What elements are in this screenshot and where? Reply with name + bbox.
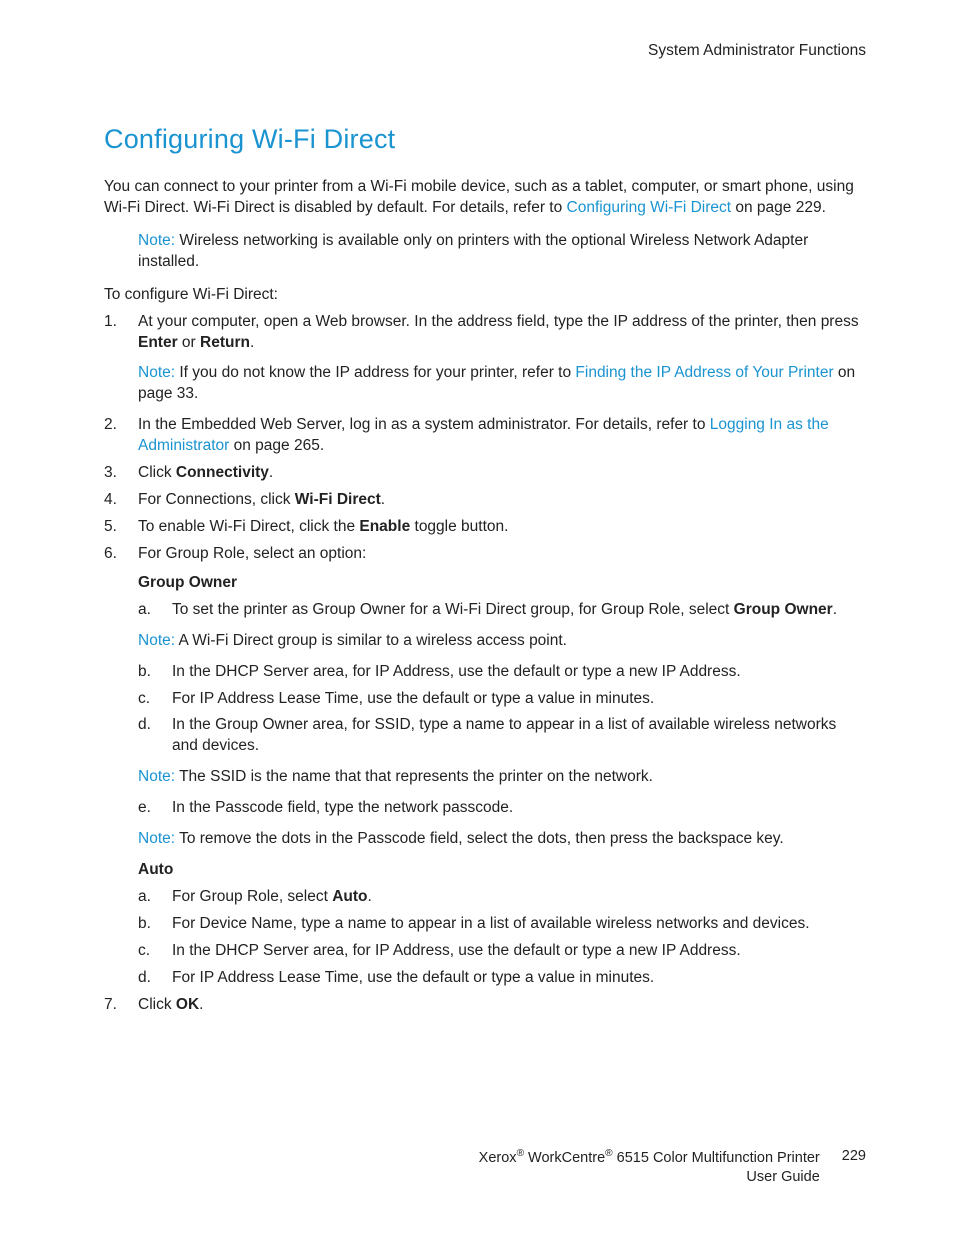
auto-step-b: For Device Name, type a name to appear i…	[138, 914, 866, 935]
step1-post: .	[250, 334, 254, 351]
go-step-b: In the DHCP Server area, for IP Address,…	[138, 662, 866, 683]
step5-post: toggle button.	[410, 518, 508, 535]
footer-l2: User Guide	[746, 1169, 819, 1185]
intro-text-post: on page 229.	[731, 199, 826, 216]
auto-list: For Group Role, select Auto. For Device …	[138, 887, 866, 989]
auto-step-d: For IP Address Lease Time, use the defau…	[138, 968, 866, 989]
page-footer: Xerox® WorkCentre® 6515 Color Multifunct…	[104, 1147, 866, 1187]
page-number: 229	[842, 1147, 866, 1166]
step5-pre: To enable Wi-Fi Direct, click the	[138, 518, 359, 535]
go-note-d: Note: The SSID is the name that that rep…	[138, 767, 866, 788]
footer-label: Xerox® WorkCentre® 6515 Color Multifunct…	[479, 1147, 820, 1187]
step4-post: .	[381, 491, 385, 508]
step6-text: For Group Role, select an option:	[138, 545, 366, 562]
step3-pre: Click	[138, 464, 176, 481]
step7-pre: Click	[138, 996, 176, 1013]
step-4: For Connections, click Wi-Fi Direct.	[104, 490, 866, 511]
note-lead: Note:	[138, 768, 175, 785]
auto-step-c: In the DHCP Server area, for IP Address,…	[138, 941, 866, 962]
footer-l1-post: 6515 Color Multifunction Printer	[613, 1150, 820, 1166]
group-owner-list-cont1: In the DHCP Server area, for IP Address,…	[138, 662, 866, 758]
step4-bold: Wi-Fi Direct	[295, 491, 381, 508]
note-text: Wireless networking is available only on…	[138, 232, 808, 270]
step-5: To enable Wi-Fi Direct, click the Enable…	[104, 517, 866, 538]
note-pre: If you do not know the IP address for yo…	[175, 364, 575, 381]
note-wireless-adapter: Note: Wireless networking is available o…	[138, 231, 866, 273]
auto-a-pre: For Group Role, select	[172, 888, 332, 905]
document-page: System Administrator Functions Configuri…	[0, 0, 954, 1235]
go-step-d: In the Group Owner area, for SSID, type …	[138, 715, 866, 757]
step1-pre: At your computer, open a Web browser. In…	[138, 313, 859, 330]
step7-bold: OK	[176, 996, 199, 1013]
group-owner-heading: Group Owner	[138, 573, 866, 594]
step7-post: .	[199, 996, 203, 1013]
main-steps-list: At your computer, open a Web browser. In…	[104, 312, 866, 1016]
step4-pre: For Connections, click	[138, 491, 295, 508]
step2-pre: In the Embedded Web Server, log in as a …	[138, 416, 710, 433]
go-step-c: For IP Address Lease Time, use the defau…	[138, 689, 866, 710]
step5-bold: Enable	[359, 518, 410, 535]
reg-mark-2: ®	[605, 1148, 612, 1159]
link-finding-ip[interactable]: Finding the IP Address of Your Printer	[575, 364, 833, 381]
note-lead: Note:	[138, 232, 175, 249]
auto-a-bold: Auto	[332, 888, 367, 905]
step-6: For Group Role, select an option: Group …	[104, 544, 866, 989]
page-title: Configuring Wi-Fi Direct	[104, 124, 866, 155]
step-1: At your computer, open a Web browser. In…	[104, 312, 866, 406]
step3-bold: Connectivity	[176, 464, 269, 481]
go-step-e: In the Passcode field, type the network …	[138, 798, 866, 819]
step-7: Click OK.	[104, 995, 866, 1016]
note-lead: Note:	[138, 364, 175, 381]
go-step-a: To set the printer as Group Owner for a …	[138, 600, 866, 621]
step1-bold-return: Return	[200, 334, 250, 351]
step1-note: Note: If you do not know the IP address …	[138, 363, 866, 405]
step1-mid: or	[178, 334, 200, 351]
note-lead: Note:	[138, 830, 175, 847]
step3-post: .	[269, 464, 273, 481]
procedure-lead: To configure Wi-Fi Direct:	[104, 285, 866, 306]
auto-step-a: For Group Role, select Auto.	[138, 887, 866, 908]
go-a-post: .	[833, 601, 837, 618]
step-2: In the Embedded Web Server, log in as a …	[104, 415, 866, 457]
step1-bold-enter: Enter	[138, 334, 178, 351]
go-a-bold: Group Owner	[734, 601, 833, 618]
auto-heading: Auto	[138, 860, 866, 881]
step2-post: on page 265.	[229, 437, 324, 454]
reg-mark-1: ®	[517, 1148, 524, 1159]
footer-l1-pre: Xerox	[479, 1150, 517, 1166]
go-a-pre: To set the printer as Group Owner for a …	[172, 601, 734, 618]
section-header: System Administrator Functions	[104, 42, 866, 60]
note-text: The SSID is the name that that represent…	[175, 768, 653, 785]
step-3: Click Connectivity.	[104, 463, 866, 484]
go-note-a: Note: A Wi-Fi Direct group is similar to…	[138, 631, 866, 652]
go-note-e: Note: To remove the dots in the Passcode…	[138, 829, 866, 850]
note-text: A Wi-Fi Direct group is similar to a wir…	[175, 632, 567, 649]
intro-paragraph: You can connect to your printer from a W…	[104, 177, 866, 219]
group-owner-list: To set the printer as Group Owner for a …	[138, 600, 866, 621]
note-lead: Note:	[138, 632, 175, 649]
auto-a-post: .	[368, 888, 372, 905]
link-configuring-wifi-direct[interactable]: Configuring Wi-Fi Direct	[567, 199, 732, 216]
group-owner-list-cont2: In the Passcode field, type the network …	[138, 798, 866, 819]
footer-l1-mid: WorkCentre	[524, 1150, 605, 1166]
note-text: To remove the dots in the Passcode field…	[175, 830, 784, 847]
